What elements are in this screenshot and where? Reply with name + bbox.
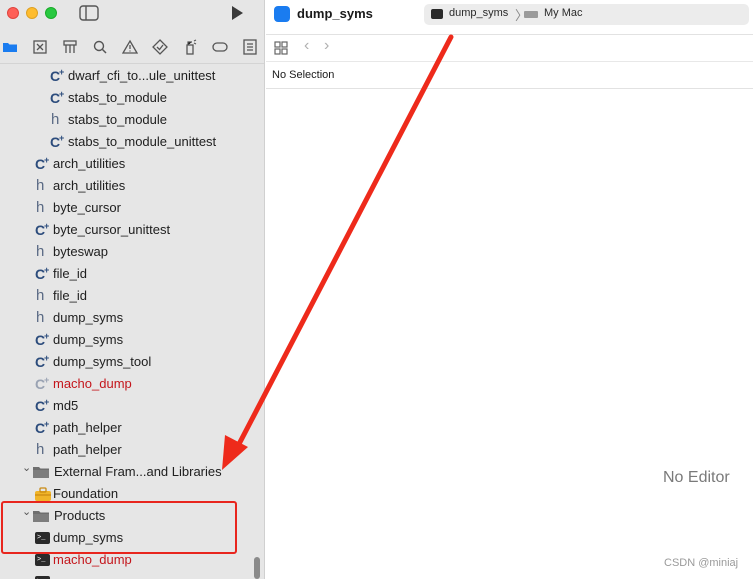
back-chevron-icon[interactable]: ‹ bbox=[304, 37, 309, 55]
scheme-name[interactable]: dump_syms bbox=[449, 7, 508, 19]
framework-toolbox-icon bbox=[35, 487, 51, 501]
divider bbox=[0, 63, 264, 64]
sidebar-toggle-icon[interactable] bbox=[79, 5, 99, 21]
header-file-icon: h bbox=[36, 243, 45, 260]
header-file-icon: h bbox=[36, 309, 45, 326]
tag-icon[interactable] bbox=[212, 39, 228, 55]
tree-item-label: file_id bbox=[53, 288, 87, 303]
diamond-check-icon[interactable] bbox=[152, 39, 168, 55]
tree-file-row[interactable]: h stabs_to_module bbox=[0, 109, 264, 131]
folder-icon bbox=[33, 467, 49, 478]
cpp-file-icon: C + bbox=[35, 375, 50, 392]
project-title: dump_syms bbox=[297, 6, 373, 21]
list-icon[interactable] bbox=[242, 39, 258, 55]
mac-icon bbox=[524, 11, 538, 18]
tree-item-label: stabs_to_module_unittest bbox=[68, 134, 217, 149]
navigator-tab-bar bbox=[0, 36, 264, 58]
app-project-icon bbox=[274, 6, 290, 22]
cpp-file-icon: C + bbox=[35, 221, 50, 238]
tree-item-label: byte_cursor_unittest bbox=[53, 222, 171, 237]
header-file-icon: h bbox=[51, 111, 60, 128]
tree-file-row[interactable]: C + path_helper bbox=[0, 417, 264, 439]
breadcrumb-bar: No Selection bbox=[266, 61, 753, 89]
tree-file-row[interactable]: h path_helper bbox=[0, 439, 264, 461]
header-file-icon: h bbox=[36, 199, 45, 216]
run-play-icon[interactable] bbox=[229, 5, 245, 21]
tree-item-label: dump_syms_tool bbox=[53, 354, 152, 369]
window-titlebar bbox=[0, 0, 264, 28]
tree-item-label: dwarf_cfi_to...ule_unittest bbox=[68, 68, 216, 83]
tree-item-label: dump_syms bbox=[53, 310, 124, 325]
cpp-file-icon: C + bbox=[50, 133, 65, 150]
cpp-file-icon: C + bbox=[50, 89, 65, 106]
tree-file-row[interactable]: C + md5 bbox=[0, 395, 264, 417]
x-square-icon[interactable] bbox=[32, 39, 48, 55]
tree-item-label: path_helper bbox=[53, 442, 122, 457]
tree-file-row[interactable]: C + macho_dump bbox=[0, 373, 264, 395]
tree-item-label: macho_dump bbox=[53, 376, 132, 391]
tree-file-row[interactable]: h byteswap bbox=[0, 241, 264, 263]
tree-file-row[interactable]: h dump_syms bbox=[0, 307, 264, 329]
watermark: CSDN @miniaj bbox=[664, 557, 739, 569]
close-window-button[interactable] bbox=[7, 7, 19, 19]
tree-item-label: stabs_to_module bbox=[68, 90, 168, 105]
run-destination[interactable]: My Mac bbox=[544, 7, 583, 19]
tree-file-row[interactable]: h arch_utilities bbox=[0, 175, 264, 197]
tree-item-label: arch_utilities bbox=[53, 156, 126, 171]
hierarchy-icon[interactable] bbox=[62, 39, 78, 55]
tree-item-label: byteswap bbox=[53, 244, 108, 259]
tree-item-label: file_id bbox=[53, 266, 87, 281]
tree-item-label: dump_syms bbox=[53, 332, 124, 347]
tree-file-row[interactable]: C + file_id bbox=[0, 263, 264, 285]
tree-group-row[interactable]: ⌄ External Fram...and Libraries bbox=[0, 461, 264, 483]
cpp-file-icon: C + bbox=[35, 353, 50, 370]
cpp-file-icon: C + bbox=[35, 155, 50, 172]
tree-file-row[interactable]: C + dump_syms_tool bbox=[0, 351, 264, 373]
tree-file-row[interactable]: >_ bbox=[0, 571, 264, 579]
tree-item-label: External Fram...and Libraries bbox=[54, 464, 222, 479]
cpp-file-icon: C + bbox=[35, 265, 50, 282]
terminal-icon bbox=[431, 9, 443, 19]
tree-item-label: stabs_to_module bbox=[68, 112, 168, 127]
cpp-file-icon: C + bbox=[35, 331, 50, 348]
cpp-file-icon: C + bbox=[35, 419, 50, 436]
minimize-window-button[interactable] bbox=[26, 7, 38, 19]
navigator-scrollbar[interactable] bbox=[254, 557, 260, 579]
search-icon[interactable] bbox=[92, 39, 108, 55]
terminal-executable-icon: >_ bbox=[35, 554, 50, 566]
editor-titlebar: dump_syms dump_syms 〉 My Mac bbox=[266, 0, 753, 29]
editor-area: dump_syms dump_syms 〉 My Mac ‹ › No Sele… bbox=[266, 0, 753, 579]
cpp-file-icon: C + bbox=[50, 67, 65, 84]
tree-item-label: md5 bbox=[53, 398, 79, 413]
annotation-highlight-box bbox=[1, 501, 237, 554]
scheme-selector[interactable]: dump_syms 〉 My Mac bbox=[424, 4, 749, 25]
no-selection-label: No Selection bbox=[272, 69, 335, 81]
tree-item-label: arch_utilities bbox=[53, 178, 126, 193]
warning-icon[interactable] bbox=[122, 39, 138, 55]
tree-file-row[interactable]: C + byte_cursor_unittest bbox=[0, 219, 264, 241]
header-file-icon: h bbox=[36, 441, 45, 458]
jump-bar: ‹ › bbox=[266, 34, 753, 60]
tree-file-row[interactable]: h byte_cursor bbox=[0, 197, 264, 219]
tree-item-label: byte_cursor bbox=[53, 200, 121, 215]
header-file-icon: h bbox=[36, 287, 45, 304]
tree-file-row[interactable]: h file_id bbox=[0, 285, 264, 307]
forward-chevron-icon[interactable]: › bbox=[324, 37, 329, 55]
related-items-grid-icon[interactable] bbox=[274, 41, 288, 55]
chevron-down-icon[interactable]: ⌄ bbox=[22, 457, 31, 479]
spray-icon[interactable] bbox=[182, 39, 198, 55]
tree-file-row[interactable]: C + dwarf_cfi_to...ule_unittest bbox=[0, 65, 264, 87]
tree-file-row[interactable]: C + stabs_to_module_unittest bbox=[0, 131, 264, 153]
no-editor-placeholder: No Editor bbox=[663, 469, 730, 486]
cpp-file-icon: C + bbox=[35, 397, 50, 414]
navigator-sidebar: C + dwarf_cfi_to...ule_unittest C + stabs_to_… bbox=[0, 0, 265, 579]
tree-file-row[interactable]: C + stabs_to_module bbox=[0, 87, 264, 109]
tree-item-label: path_helper bbox=[53, 420, 122, 435]
tree-file-row[interactable]: C + arch_utilities bbox=[0, 153, 264, 175]
tree-file-row[interactable]: C + dump_syms bbox=[0, 329, 264, 351]
folder-icon[interactable] bbox=[2, 39, 18, 55]
zoom-window-button[interactable] bbox=[45, 7, 57, 19]
header-file-icon: h bbox=[36, 177, 45, 194]
